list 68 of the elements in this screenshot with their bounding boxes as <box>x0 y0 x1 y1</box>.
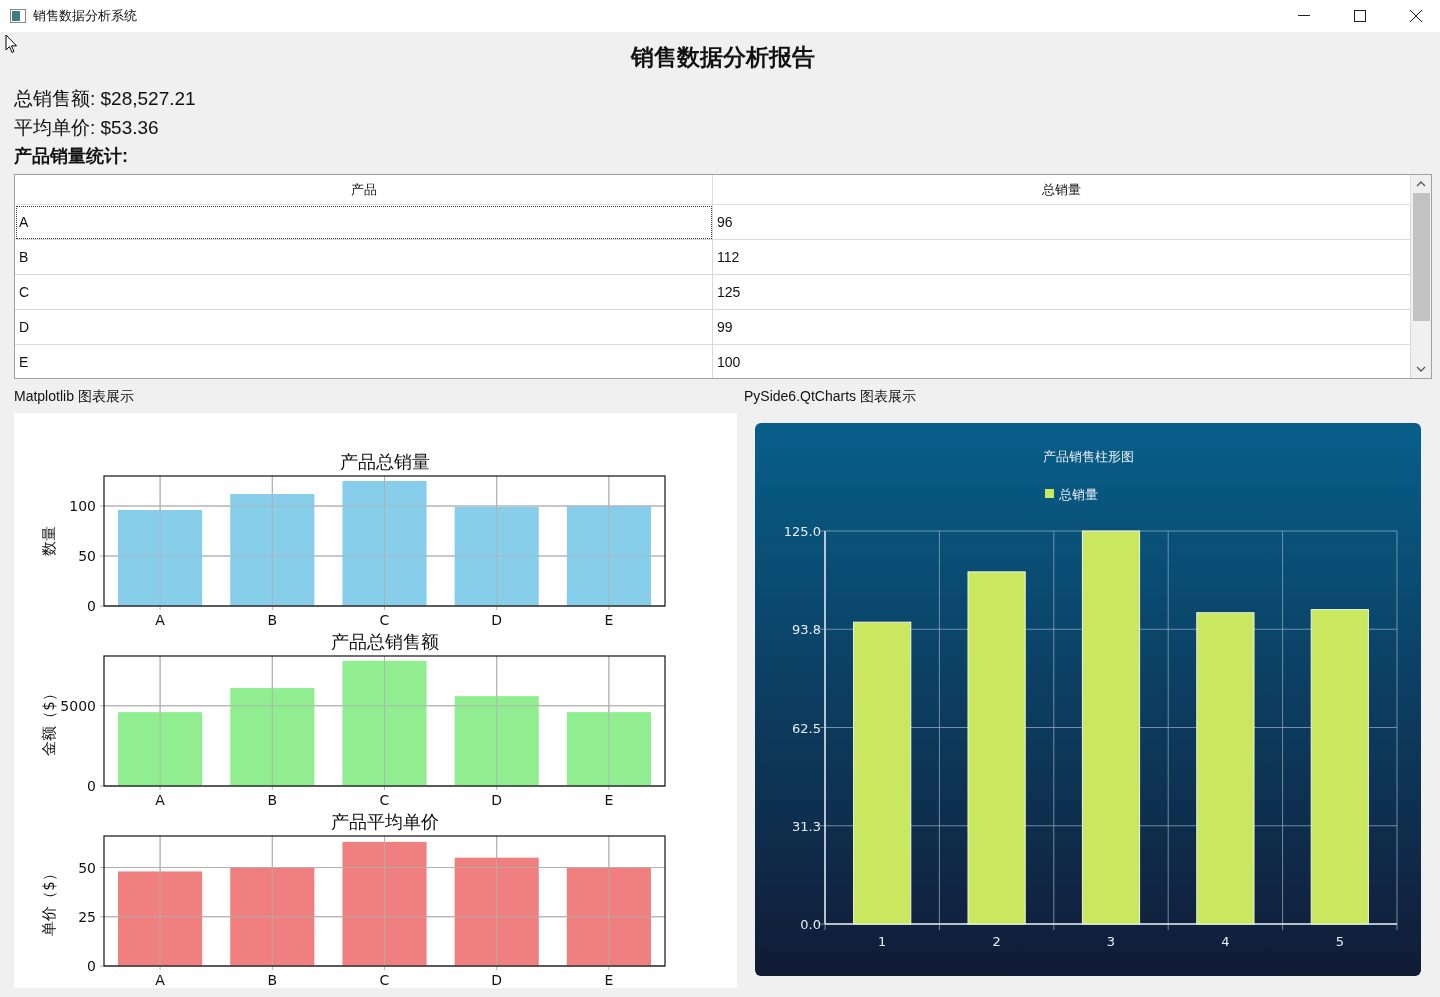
scrollbar-thumb[interactable] <box>1412 193 1430 321</box>
panel-label: Matplotlib 图表展示 <box>14 387 135 406</box>
tick-label: 0 <box>87 958 96 974</box>
tick-label: B <box>267 792 278 808</box>
axis-label: 数量 <box>40 526 58 556</box>
tick-label: C <box>379 972 390 988</box>
app-icon <box>10 9 26 23</box>
table-cell[interactable]: B <box>15 240 713 275</box>
tick-label: 93.8 <box>792 622 821 638</box>
tick-label: E <box>604 612 614 628</box>
column-header[interactable]: 总销量 <box>713 175 1411 205</box>
axis-label: 单价（$） <box>40 866 58 936</box>
table-cell[interactable]: E <box>15 345 713 378</box>
chart-title: 产品销售柱形图 <box>1042 449 1134 464</box>
tick-label: 31.3 <box>792 818 821 834</box>
tick-label: A <box>155 792 165 808</box>
maximize-icon[interactable] <box>1354 10 1366 22</box>
chart-title: 产品总销售额 <box>330 631 439 652</box>
axis-label: 金额（$） <box>40 686 58 756</box>
tick-label: D <box>491 972 503 988</box>
scroll-up-icon[interactable] <box>1416 181 1426 187</box>
tick-label: A <box>155 972 165 988</box>
tick-label: C <box>379 792 390 808</box>
scrollbar[interactable] <box>1411 175 1431 378</box>
tick-label: 25 <box>78 908 96 925</box>
table-cell[interactable]: 99 <box>713 310 1411 345</box>
scroll-down-icon[interactable] <box>1416 366 1426 372</box>
column-header[interactable]: 产品 <box>15 175 713 205</box>
tick-label: B <box>267 972 278 988</box>
tick-label: 0.0 <box>800 917 821 932</box>
tick-label: 50 <box>78 859 96 876</box>
tick-label: 0 <box>87 778 96 794</box>
tick-label: 62.5 <box>792 720 821 736</box>
report-title: 销售数据分析报告 <box>629 42 816 72</box>
chart-title: 产品总销量 <box>339 451 430 472</box>
tick-label: 0 <box>87 598 96 614</box>
tick-label: 125.0 <box>783 524 821 539</box>
tick-label: 5 <box>1335 934 1344 949</box>
average-price-text: 平均单价: $53.36 <box>14 116 160 140</box>
minimize-icon[interactable] <box>1298 15 1310 17</box>
tick-label: D <box>491 792 503 808</box>
chart-title: 产品平均单价 <box>330 811 439 832</box>
table-cell[interactable]: 125 <box>713 275 1411 310</box>
table-heading: 产品销量统计: <box>14 145 129 168</box>
total-sales-text: 总销售额: $28,527.21 <box>14 87 197 111</box>
window-title: 销售数据分析系统 <box>33 7 137 25</box>
table-cell[interactable]: A <box>15 205 713 240</box>
panel-label: PySide6.QtCharts 图表展示 <box>744 387 917 406</box>
tick-label: 4 <box>1221 934 1230 949</box>
tick-label: C <box>379 612 390 628</box>
table-cell[interactable]: 112 <box>713 240 1411 275</box>
tick-label: 1 <box>878 934 887 949</box>
tick-label: B <box>267 612 278 628</box>
table-cell[interactable]: C <box>15 275 713 310</box>
tick-label: 3 <box>1106 934 1116 949</box>
mouse-pointer-icon <box>5 34 18 54</box>
tick-label: A <box>155 612 165 628</box>
table-cell[interactable]: 96 <box>713 205 1411 240</box>
legend-label: 总销量 <box>1059 487 1098 502</box>
tick-label: 100 <box>69 498 96 514</box>
close-icon[interactable] <box>1410 10 1422 22</box>
tick-label: E <box>604 792 614 808</box>
tick-label: 5000 <box>60 697 96 714</box>
tick-label: E <box>604 972 614 988</box>
tick-label: 2 <box>992 934 1001 949</box>
table-cell[interactable]: D <box>15 310 713 345</box>
tick-label: 50 <box>78 548 96 564</box>
tick-label: D <box>491 612 503 628</box>
